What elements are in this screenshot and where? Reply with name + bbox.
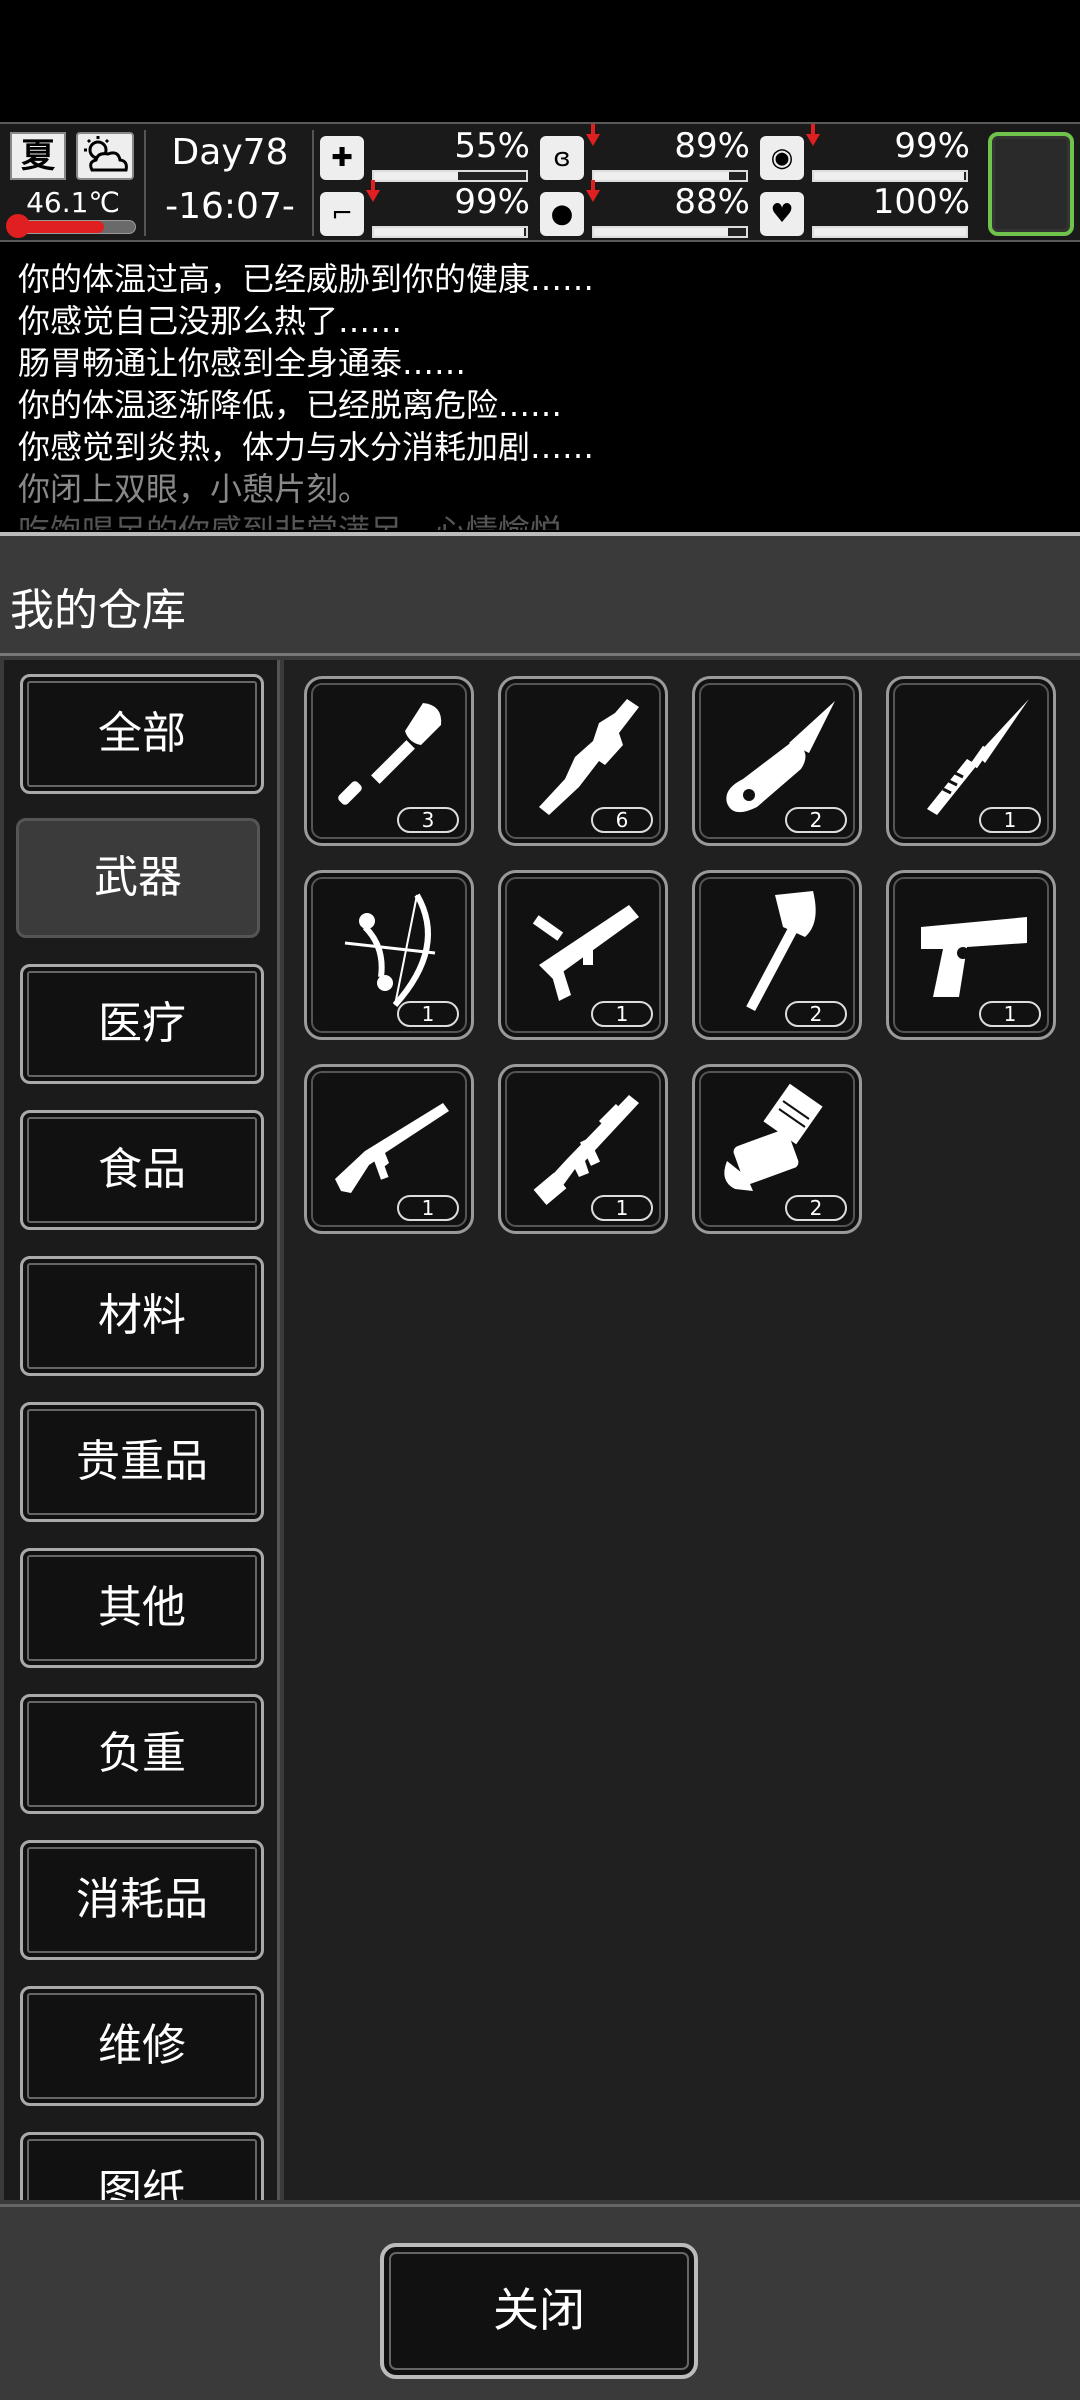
item-count: 2 [785,1001,847,1027]
heart-stat: ♥ 100% [760,182,970,240]
shovel-icon [338,703,442,805]
item-count: 1 [591,1195,653,1221]
item-grid: 3 6 2 1 1 1 2 1 1 1 2 [284,660,1080,2200]
warehouse-panel: 我的仓库 全部 武器 医疗 食品 材料 贵重品 其他 负重 消耗品 维修 图纸 … [0,532,1080,2400]
log-line: 你的体温逐渐降低，已经脱离危险…… [18,386,563,424]
hunger-bar [592,170,748,182]
assault-rifle-icon [335,1103,449,1193]
heart-bar [812,226,968,238]
category-load[interactable]: 负重 [20,1694,264,1814]
down-arrow-icon [586,180,600,202]
category-list[interactable]: 全部 武器 医疗 食品 材料 贵重品 其他 负重 消耗品 维修 图纸 [4,660,280,2200]
panel-title: 我的仓库 [10,585,186,636]
close-button[interactable]: 关闭 [380,2243,698,2379]
down-arrow-icon [586,124,600,146]
category-repair[interactable]: 维修 [20,1986,264,2106]
health-stat: ✚ 55% [320,126,530,184]
category-medical[interactable]: 医疗 [20,964,264,1084]
stomach-icon: ɞ [540,136,584,180]
partly-cloudy-icon [76,132,134,180]
log-line: 吃饱喝足的你感到非常满足，心情愉悦…… [18,510,1080,530]
item-slot[interactable]: 2 [692,1064,862,1234]
down-arrow-icon [806,124,820,146]
item-slot[interactable]: 1 [498,1064,668,1234]
item-count: 1 [397,1001,459,1027]
status-hud: 夏 46.1℃ Day78 -16:07- ✚ 55% ɞ 89% ◉ 99% … [0,122,1080,242]
mood-value: 99% [894,126,970,166]
thermometer-icon [6,214,30,238]
hunger-value: 89% [674,126,750,166]
day-counter: Day78 [171,132,289,173]
equipment-slot[interactable] [988,132,1074,236]
item-slot[interactable]: 1 [304,1064,474,1234]
season-indicator: 夏 [10,132,66,180]
category-valuables[interactable]: 贵重品 [20,1402,264,1522]
combat-knife-icon [927,699,1029,815]
log-line: 你感觉到炎热，体力与水分消耗加剧…… [18,428,595,466]
category-all[interactable]: 全部 [20,674,264,794]
item-slot[interactable]: 6 [498,676,668,846]
item-count: 1 [397,1195,459,1221]
folding-knife-icon [726,701,835,813]
medkit-icon: ✚ [320,136,364,180]
item-slot[interactable]: 1 [304,870,474,1040]
divider [144,130,146,236]
category-other[interactable]: 其他 [20,1548,264,1668]
category-consumables[interactable]: 消耗品 [20,1840,264,1960]
wooden-club-icon [539,699,639,815]
item-slot[interactable]: 2 [692,676,862,846]
thirst-bar [592,226,748,238]
minigun-icon [724,1083,823,1191]
log-line: 你感觉自己没那么热了…… [18,302,403,340]
axe-icon [746,891,816,1012]
log-line: 肠胃畅通让你感到全身通泰…… [18,344,467,382]
item-slot[interactable]: 2 [692,870,862,1040]
pistol-icon [921,917,1027,997]
thirst-stat: ● 88% [540,180,750,240]
divider [312,130,314,236]
heart-icon: ♥ [760,192,804,236]
item-count: 6 [591,807,653,833]
item-slot[interactable]: 1 [498,870,668,1040]
category-food[interactable]: 食品 [20,1110,264,1230]
category-weapons[interactable]: 武器 [16,818,260,938]
item-slot[interactable]: 1 [886,870,1056,1040]
item-count: 2 [785,1195,847,1221]
category-blueprints[interactable]: 图纸 [20,2132,264,2200]
stamina-stat: ⌐ 99% [320,180,530,240]
hunger-stat: ɞ 89% [540,124,750,184]
stamina-bar [372,226,528,238]
game-clock: -16:07- [165,186,295,227]
item-count: 2 [785,807,847,833]
health-value: 55% [454,126,530,166]
water-drop-icon: ● [540,192,584,236]
mood-stat: ◉ 99% [760,124,970,184]
mood-bar [812,170,968,182]
log-line: 你闭上双眼，小憩片刻。 [18,470,371,508]
panel-header: 我的仓库 [0,546,1080,656]
heart-value: 100% [872,182,970,222]
down-arrow-icon [366,180,380,202]
item-slot[interactable]: 3 [304,676,474,846]
item-count: 1 [979,807,1041,833]
nail-gun-icon [532,905,639,1001]
item-count: 1 [979,1001,1041,1027]
category-materials[interactable]: 材料 [20,1256,264,1376]
health-bar [372,170,528,182]
item-count: 3 [397,807,459,833]
item-count: 1 [591,1001,653,1027]
item-slot[interactable]: 1 [886,676,1056,846]
stamina-value: 99% [454,182,530,222]
thirst-value: 88% [674,182,750,222]
tactical-rifle-icon [533,1095,639,1206]
compound-bow-icon [344,893,436,1008]
panel-footer: 关闭 [0,2204,1080,2400]
message-log[interactable]: 你的体温过高，已经威胁到你的健康…… 你感觉自己没那么热了…… 肠胃畅通让你感到… [0,244,1080,530]
boot-icon: ⌐ [320,192,364,236]
temperature-readout: 46.1℃ [26,186,120,219]
brain-icon: ◉ [760,136,804,180]
log-line: 你的体温过高，已经威胁到你的健康…… [18,260,595,298]
